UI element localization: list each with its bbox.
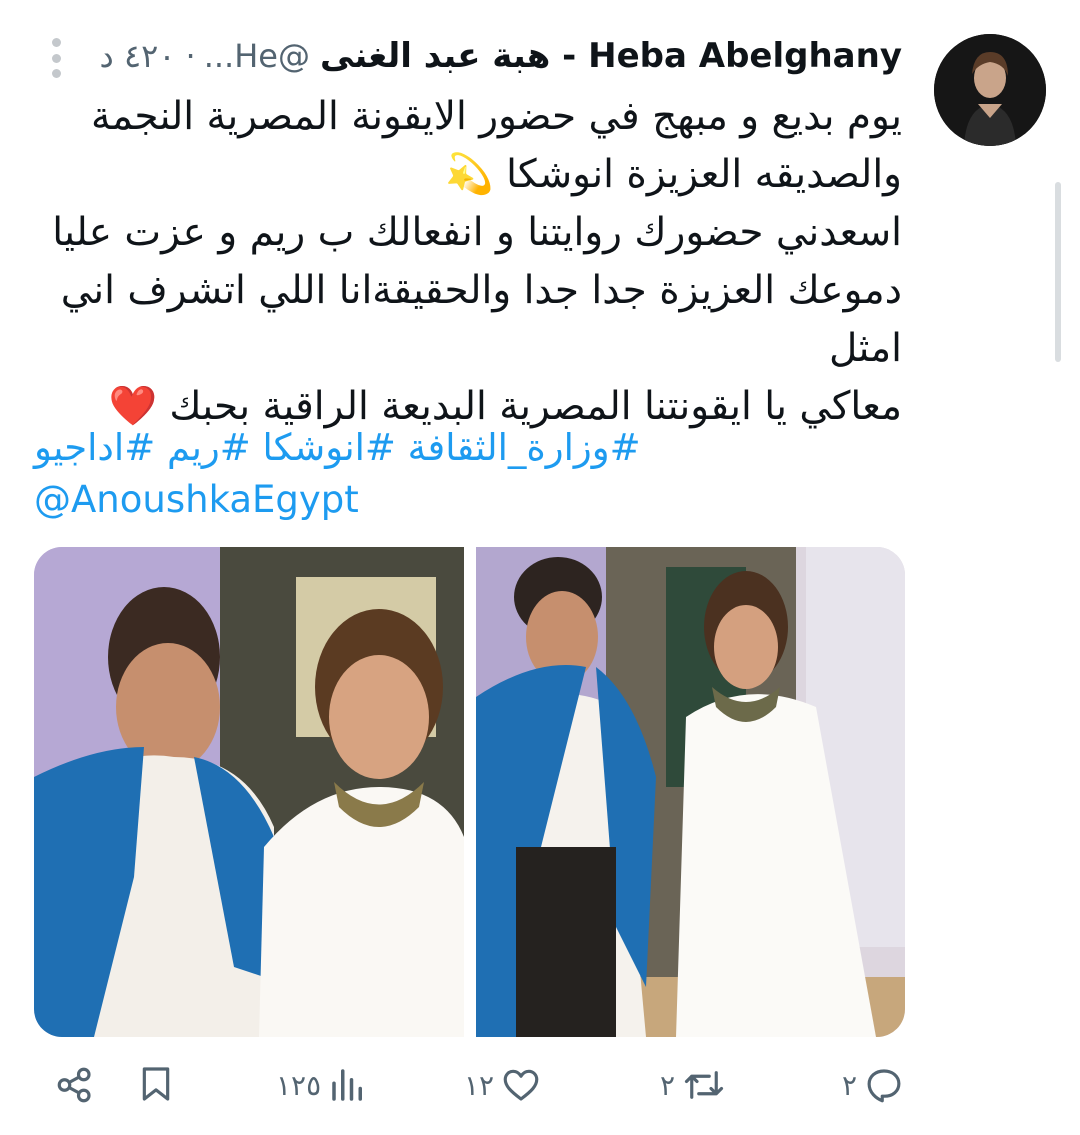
heart-icon (503, 1069, 539, 1101)
photo-1-image (34, 547, 464, 1037)
retweet-icon (684, 1071, 724, 1099)
hashtag-links[interactable]: #وزارة_الثقافة #انوشكا #ريم #اداجيو (34, 422, 894, 474)
display-name[interactable]: Heba Abelghany - هبة عبد الغنى (320, 36, 902, 76)
more-vertical-icon (51, 38, 61, 47)
like-count: ١٢ (464, 1068, 495, 1102)
tweet-text-line: دموعك العزيزة جدا جدا والحقيقةانا اللي ا… (60, 268, 902, 371)
avatar-image (934, 34, 1046, 146)
photo-1[interactable] (34, 547, 464, 1037)
tweet-action-bar: ١٢٥ ١٢ ٢ ٢ (0, 1058, 1080, 1120)
views-count: ١٢٥ (276, 1068, 322, 1102)
timestamp[interactable]: ٤٢٠ د (100, 37, 176, 75)
scrollbar[interactable] (1055, 182, 1061, 362)
views-button[interactable]: ١٢٥ (276, 1064, 369, 1106)
user-handle[interactable]: @He... (204, 37, 310, 75)
bookmark-button[interactable] (136, 1064, 176, 1104)
tweet-text-line: يوم بديع و مبهج في حضور الايقونة المصرية… (90, 94, 902, 139)
tweet-text: يوم بديع و مبهج في حضور الايقونة المصرية… (42, 88, 902, 436)
tweet-text-line: والصديقه العزيزة انوشكا 💫 (445, 152, 902, 197)
photo-2[interactable] (475, 547, 905, 1037)
photo-2-image (475, 547, 905, 1037)
views-icon (332, 1069, 363, 1101)
bookmark-icon (142, 1067, 170, 1101)
reply-button[interactable]: ٢ (842, 1064, 905, 1106)
share-icon (57, 1067, 91, 1103)
media-gallery (34, 547, 905, 1037)
reply-icon (867, 1069, 901, 1103)
retweet-button[interactable]: ٢ (660, 1064, 727, 1106)
share-button[interactable] (54, 1064, 96, 1106)
tweet-header: Heba Abelghany - هبة عبد الغنى @He... · … (100, 30, 902, 82)
retweet-count: ٢ (660, 1068, 676, 1102)
like-button[interactable]: ١٢ (464, 1064, 542, 1106)
separator-dot: · (185, 37, 196, 75)
avatar[interactable] (934, 34, 1046, 146)
tweet-text-line: اسعدني حضورك روايتنا و انفعالك ب ريم و ع… (52, 210, 902, 255)
reply-count: ٢ (842, 1068, 858, 1102)
mention-link[interactable]: @AnoushkaEgypt (34, 474, 359, 526)
more-options-button[interactable] (46, 38, 66, 78)
